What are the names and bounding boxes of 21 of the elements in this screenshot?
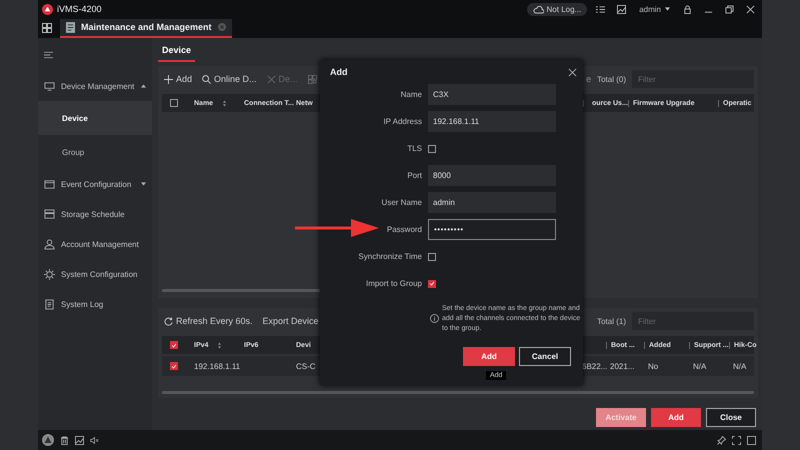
field-label: Password	[386, 225, 422, 234]
total-count: Total (1)	[597, 316, 626, 326]
dialog-title: Add	[330, 67, 348, 77]
field-label: Synchronize Time	[357, 252, 422, 261]
table-cell: 2021...	[610, 362, 634, 370]
table-cell: 6B22...	[582, 362, 608, 370]
toolbar-text: e	[586, 74, 592, 84]
table-cell: No	[648, 362, 658, 370]
field-label: User Name	[380, 198, 422, 207]
app-title: iVMS-4200	[57, 4, 102, 14]
field-label: Name	[400, 90, 422, 99]
total-count: Total (0)	[597, 74, 626, 84]
table-cell: N/A	[693, 362, 706, 370]
module-tab-label: Maintenance and Management	[81, 22, 212, 32]
field-label: Port	[406, 171, 422, 180]
table-cell: CS-C	[296, 362, 316, 370]
table-cell: N/A	[733, 362, 746, 370]
table-cell: 192.168.1.11	[194, 362, 240, 370]
field-label: Import to Group	[364, 279, 422, 288]
field-label: TLS	[406, 144, 422, 153]
field-label: IP Address	[382, 117, 422, 126]
